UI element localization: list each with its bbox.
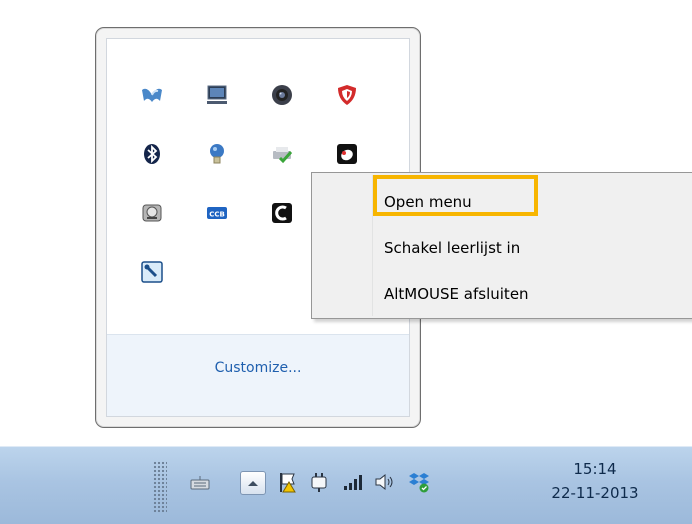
taskbar-clock[interactable]: 15:14 22-11-2013 (530, 457, 660, 505)
taskbar-grip[interactable] (153, 461, 167, 513)
lightbulb-icon[interactable] (205, 142, 229, 166)
disk-drive-icon[interactable] (140, 201, 164, 225)
dropbox-sync-icon[interactable] (407, 470, 431, 494)
customize-area: Customize... (107, 334, 409, 416)
svg-text:CCB: CCB (209, 211, 225, 219)
menu-item-open-menu[interactable]: Open menu (384, 193, 472, 211)
show-hidden-icons-button[interactable] (240, 471, 266, 495)
clock-date: 22-11-2013 (551, 484, 639, 502)
action-center-flag-icon[interactable] (276, 470, 300, 494)
c-logo-icon[interactable] (270, 201, 294, 225)
keyboard-icon[interactable] (188, 470, 212, 494)
network-signal-icon[interactable] (340, 470, 364, 494)
menu-item-schakel-leerlijst[interactable]: Schakel leerlijst in (384, 239, 520, 257)
wrench-tool-icon[interactable] (140, 260, 164, 284)
menu-item-altmouse-afsluiten[interactable]: AltMOUSE afsluiten (384, 285, 529, 303)
security-shield-icon[interactable] (335, 83, 359, 107)
bluetooth-icon[interactable] (140, 142, 164, 166)
ccb-card-icon[interactable]: CCB (205, 201, 229, 225)
taskbar: 15:14 22-11-2013 (0, 446, 692, 524)
clock-time: 15:14 (573, 460, 617, 478)
laptop-screen-icon[interactable] (205, 83, 229, 107)
webcam-icon[interactable] (270, 83, 294, 107)
power-plug-icon[interactable] (307, 470, 331, 494)
customize-link[interactable]: Customize... (107, 360, 409, 376)
mouse-app-icon[interactable] (335, 142, 359, 166)
printer-check-icon[interactable] (270, 142, 294, 166)
volume-icon[interactable] (372, 470, 396, 494)
network-wing-icon[interactable] (140, 83, 164, 107)
context-menu: Open menu Schakel leerlijst in AltMOUSE … (311, 172, 692, 319)
